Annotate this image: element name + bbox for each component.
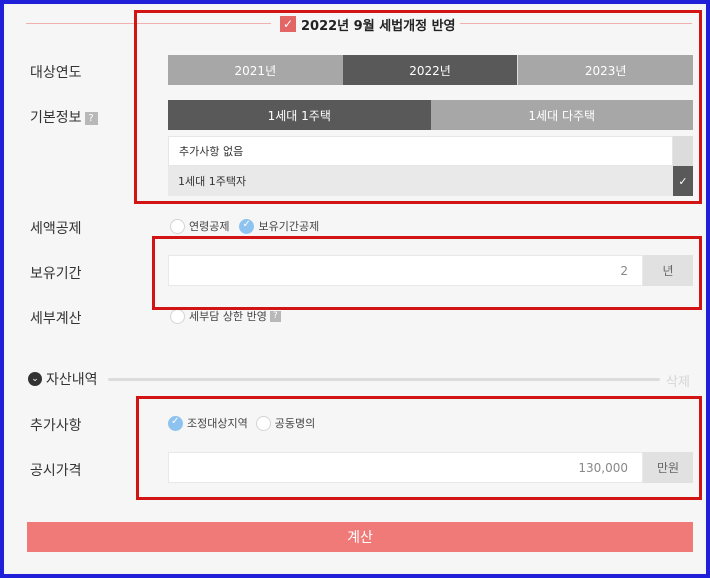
tax-cap-label: 세부담 상한 반영 (189, 310, 267, 323)
radio-empty-icon (170, 219, 185, 235)
highlight-box-assets (136, 396, 702, 500)
delete-asset-button[interactable]: 삭제 (666, 371, 690, 390)
basic-info-label-text: 기본정보 (30, 110, 82, 126)
assets-section-label: 자산내역 (46, 372, 98, 388)
chevron-down-icon[interactable]: ⌄ (28, 372, 42, 386)
radio-empty-icon (170, 308, 185, 324)
basic-info-label: 기본정보? (30, 107, 98, 127)
tax-calculator-panel: ✓ 2022년 9월 세법개정 반영 대상연도 2021년 2022년 2023… (6, 6, 704, 572)
tax-deduction-label: 세액공제 (30, 221, 82, 237)
tax-cap-option[interactable]: 세부담 상한 반영? (170, 308, 281, 324)
highlight-box-top (134, 10, 702, 204)
public-price-label: 공시가격 (30, 463, 82, 479)
tax-deduction-options: 연령공제 보유기간공제 (170, 218, 319, 235)
detail-calc-label: 세부계산 (30, 311, 82, 327)
help-icon[interactable]: ? (269, 310, 281, 322)
calculate-button[interactable]: 계산 (27, 522, 693, 552)
additional-label: 추가사항 (30, 418, 82, 434)
assets-divider (108, 378, 660, 381)
assets-section-header: ⌄ 자산내역 (28, 370, 98, 388)
age-deduction-label: 연령공제 (189, 219, 230, 233)
target-year-label: 대상연도 (30, 65, 82, 81)
screenshot-frame: ✓ 2022년 9월 세법개정 반영 대상연도 2021년 2022년 2023… (0, 0, 710, 578)
radio-checked-icon (239, 219, 255, 235)
age-deduction-radio[interactable]: 연령공제 (170, 218, 229, 235)
help-icon[interactable]: ? (84, 111, 98, 125)
holding-deduction-label: 보유기간공제 (258, 219, 320, 233)
highlight-box-holding-period (152, 236, 702, 310)
holding-deduction-radio[interactable]: 보유기간공제 (239, 218, 319, 235)
holding-period-label: 보유기간 (30, 266, 82, 282)
